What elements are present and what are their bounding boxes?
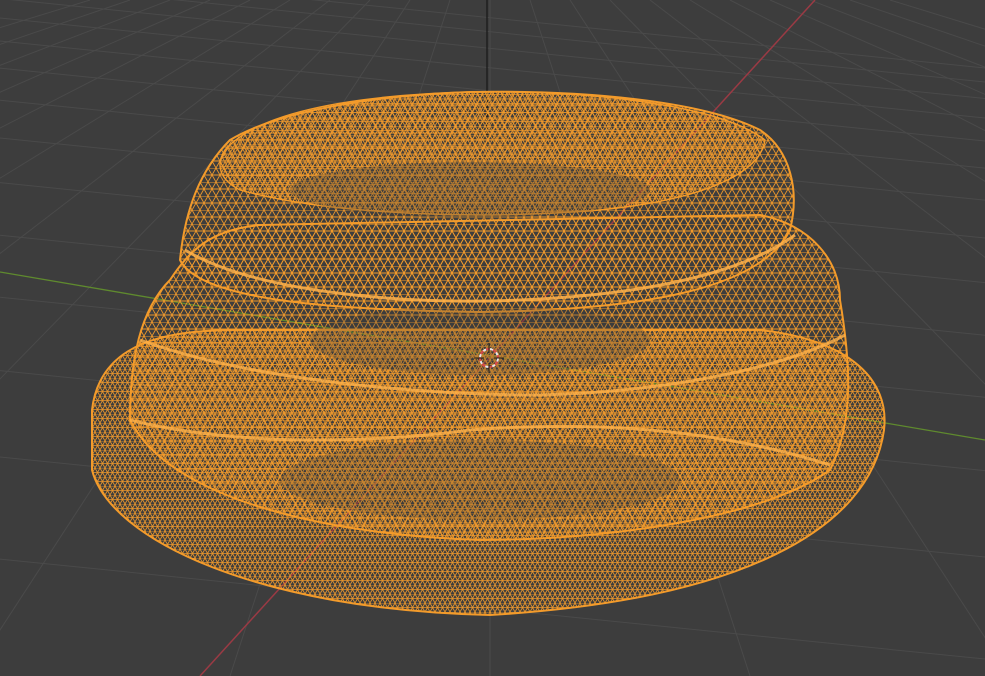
rock-mesh-wireframe[interactable] [91,90,886,617]
grid-line [0,0,131,45]
grid-line [172,0,985,83]
grid-line [889,0,985,30]
viewport-canvas[interactable] [0,0,985,676]
mesh-recess-top [290,162,650,218]
mesh-recess-middle [310,305,650,375]
mesh-recess-lower [280,440,680,520]
3d-viewport[interactable] [0,0,985,676]
grid-line [849,0,985,47]
grid-line [9,0,985,100]
